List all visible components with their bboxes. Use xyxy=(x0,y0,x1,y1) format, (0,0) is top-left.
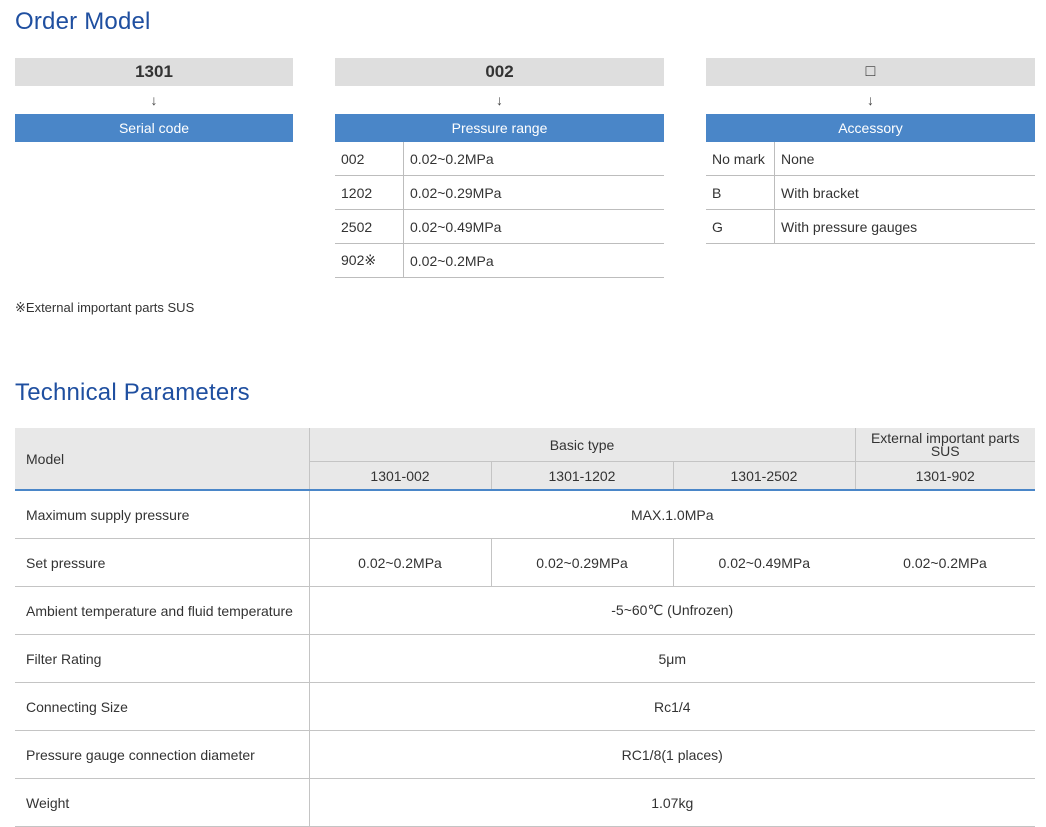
option-code: 002 xyxy=(335,142,404,176)
model-code-header: 1301-2502 xyxy=(672,461,855,491)
option-value: None xyxy=(774,142,1035,176)
table-row: Filter Rating 5μm xyxy=(15,634,1035,683)
parameter-value: MAX.1.0MPa xyxy=(309,490,1035,539)
serial-code-box: 1301 xyxy=(15,58,293,86)
table-row: Connecting Size Rc1/4 xyxy=(15,682,1035,731)
table-row: 002 0.02~0.2MPa xyxy=(335,142,664,176)
parameter-value: 0.02~0.29MPa xyxy=(490,538,673,587)
model-header: Model xyxy=(15,428,309,491)
parameter-value: -5~60℃ (Unfrozen) xyxy=(309,586,1035,635)
table-row: 2502 0.02~0.49MPa xyxy=(335,209,664,244)
table-row: No mark None xyxy=(706,142,1035,176)
option-value: 0.02~0.49MPa xyxy=(403,209,664,244)
parameter-label: Maximum supply pressure xyxy=(15,490,310,539)
option-code: 1202 xyxy=(335,175,404,210)
technical-parameters-table: Model Basic type External important part… xyxy=(15,428,1035,827)
table-row: 902※ 0.02~0.2MPa xyxy=(335,243,664,278)
accessory-code-box: □ xyxy=(706,58,1035,86)
parameter-value: 5μm xyxy=(309,634,1035,683)
option-value: With bracket xyxy=(774,175,1035,210)
parameter-value: RC1/8(1 places) xyxy=(309,730,1035,779)
option-code: 2502 xyxy=(335,209,404,244)
table-row: Set pressure 0.02~0.2MPa 0.02~0.29MPa 0.… xyxy=(15,538,1035,587)
option-value: 0.02~0.2MPa xyxy=(403,142,664,176)
pressure-range-table: 002 0.02~0.2MPa 1202 0.02~0.29MPa 2502 0… xyxy=(335,142,664,278)
parameter-value: 0.02~0.2MPa xyxy=(855,538,1035,587)
option-value: 0.02~0.29MPa xyxy=(403,175,664,210)
serial-code-column: 1301 ↓ Serial code xyxy=(15,58,293,142)
parameter-label: Filter Rating xyxy=(15,634,310,683)
parameter-label: Set pressure xyxy=(15,538,310,587)
parameter-label: Pressure gauge connection diameter xyxy=(15,730,310,779)
footnote: ※External important parts SUS xyxy=(15,300,195,315)
pressure-code-box: 002 xyxy=(335,58,664,86)
parameter-label: Connecting Size xyxy=(15,682,310,731)
option-code: No mark xyxy=(706,142,775,176)
table-row: B With bracket xyxy=(706,175,1035,210)
table-header-row: Model Basic type External important part… xyxy=(15,428,1035,491)
parameter-value: 0.02~0.2MPa xyxy=(309,538,491,587)
option-value: 0.02~0.2MPa xyxy=(403,243,664,278)
table-row: Weight 1.07kg xyxy=(15,778,1035,827)
down-arrow-icon: ↓ xyxy=(496,92,503,108)
order-model-title: Order Model xyxy=(15,8,151,35)
accessory-table: No mark None B With bracket G With press… xyxy=(706,142,1035,244)
table-row: Ambient temperature and fluid temperatur… xyxy=(15,586,1035,635)
technical-parameters-title: Technical Parameters xyxy=(15,379,250,406)
table-row: G With pressure gauges xyxy=(706,209,1035,244)
option-code: B xyxy=(706,175,775,210)
table-row: 1202 0.02~0.29MPa xyxy=(335,175,664,210)
table-row: Pressure gauge connection diameter RC1/8… xyxy=(15,730,1035,779)
parameter-value: Rc1/4 xyxy=(309,682,1035,731)
down-arrow-icon: ↓ xyxy=(150,92,158,108)
option-code: G xyxy=(706,209,775,244)
pressure-range-column: 002 ↓ Pressure range 002 0.02~0.2MPa 120… xyxy=(335,58,664,278)
parameter-label: Ambient temperature and fluid temperatur… xyxy=(15,586,310,635)
parameter-value: 0.02~0.49MPa xyxy=(672,538,855,587)
parameter-label: Weight xyxy=(15,778,310,827)
table-row: Maximum supply pressure MAX.1.0MPa xyxy=(15,490,1035,539)
basic-type-header: Basic type xyxy=(308,428,855,462)
parameter-value: 1.07kg xyxy=(309,778,1035,827)
model-code-header: 1301-902 xyxy=(854,461,1035,491)
model-code-header: 1301-002 xyxy=(308,461,491,491)
pressure-range-header: Pressure range xyxy=(335,114,664,142)
option-code: 902※ xyxy=(335,243,404,278)
serial-code-header: Serial code xyxy=(15,114,293,142)
accessory-column: □ ↓ Accessory No mark None B With bracke… xyxy=(706,58,1035,244)
external-parts-header: External important parts SUS xyxy=(854,428,1035,462)
model-code-header: 1301-1202 xyxy=(490,461,673,491)
down-arrow-icon: ↓ xyxy=(867,92,874,108)
accessory-header: Accessory xyxy=(706,114,1035,142)
option-value: With pressure gauges xyxy=(774,209,1035,244)
